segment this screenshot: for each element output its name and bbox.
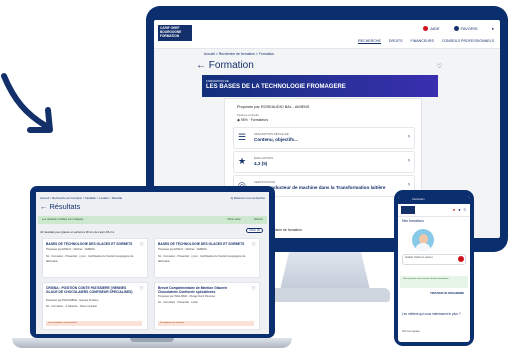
site-logo[interactable]: CARIF OREF BOURGOGNE FORMATION <box>158 25 192 41</box>
phone-sub-link[interactable]: Voir mon espace <box>402 330 420 333</box>
monitor-stand <box>280 252 370 290</box>
chevron-right-icon: › <box>408 134 410 140</box>
chevron-right-icon: › <box>408 182 410 188</box>
select-button[interactable] <box>458 256 464 262</box>
main-nav: RECHERCHE DROITS FINANCEURS CONSEILS PRO… <box>358 39 494 44</box>
phone-question: Les métiers qui vous intéressent le plus… <box>402 312 461 316</box>
phone-header: ● ● ≡ <box>398 204 470 217</box>
list-icon: ☰ <box>238 132 247 142</box>
favorites-icon <box>453 26 459 32</box>
nav-droits[interactable]: DROITS <box>389 39 403 44</box>
laptop-breadcrumb[interactable]: Accueil > Recherche de formation > Modal… <box>40 196 122 200</box>
chevron-right-icon: › <box>408 158 410 164</box>
relaunch-search-link[interactable]: Q Relancer ma recherche <box>231 196 265 200</box>
results-title: ← Résultats <box>40 202 81 211</box>
monitor-stand-base <box>262 288 390 302</box>
filter-button[interactable]: Filtrer (4) <box>246 228 263 233</box>
menu-icon[interactable]: ≡ <box>464 207 466 212</box>
results-alert: Les résultats modifiés sont indiqués Fil… <box>38 216 267 224</box>
registration-warning: Les inscriptions sont ouvertes <box>46 321 142 326</box>
options-value: ◉ 95% · Formateurs <box>237 118 269 122</box>
site-header: CARIF OREF BOURGOGNE FORMATION AIDE FAVO… <box>154 20 500 49</box>
laptop-screen: Accueil > Recherche de formation > Modal… <box>36 192 269 334</box>
site-logo[interactable] <box>401 206 415 214</box>
user-icon[interactable]: ● <box>492 26 494 31</box>
heart-icon[interactable]: ♡ <box>252 286 256 292</box>
favorites-link[interactable]: FAVORIS <box>453 26 478 32</box>
alert-close-link[interactable]: Clôturer <box>254 218 263 221</box>
proposed-by: Proposée par ROSEAUDIO BAL - AMIENS <box>237 105 310 109</box>
star-icon: ★ <box>238 156 247 166</box>
registration-warning: Inscriptions non ouvertes <box>158 321 254 326</box>
phone-screen: Connexion ● ● ≡ Mes formations Veuillez … <box>398 196 470 342</box>
page-title: ← Formation <box>196 60 254 71</box>
help-link[interactable]: AIDE <box>423 26 440 32</box>
options-label: Options et droits <box>237 113 259 117</box>
results-count: 44 résultats pour glaces et sorbets à 30… <box>40 230 115 234</box>
banner-title: LES BASES DE LA TECHNOLOGIE FROMAGERE <box>206 84 346 90</box>
alert-filter-link[interactable]: Filtrer selon <box>227 218 241 221</box>
heart-icon[interactable]: ♡ <box>437 63 442 70</box>
result-card[interactable]: Brevet Complémentaire de Mention Glaceri… <box>154 282 260 330</box>
avatar <box>412 229 434 251</box>
laptop-notch <box>130 338 174 342</box>
phone-status-bar: Connexion <box>398 196 470 204</box>
training-banner: FORMATION DE LES BASES DE LA TECHNOLOGIE… <box>202 75 438 97</box>
description-row[interactable]: ☰ DESCRIPTION DÉTAILLÉE Contenu, objecti… <box>233 127 415 149</box>
banner-label: FORMATION DE <box>206 79 229 83</box>
heart-icon[interactable]: ♡ <box>140 286 144 292</box>
phone-header-icons: ● ● ≡ <box>453 207 466 212</box>
favorites-icon[interactable]: ● <box>458 207 460 212</box>
help-icon <box>423 26 429 32</box>
people-icon: ◉ <box>237 118 240 122</box>
heart-icon[interactable]: ♡ <box>252 242 256 248</box>
find-organisme-link[interactable]: TROUVER UN ORGANISME <box>430 292 464 295</box>
top-links: AIDE FAVORIS ● <box>423 26 494 32</box>
nav-conseils[interactable]: CONSEILS PROFESSIONNELS <box>442 39 494 44</box>
arrow-graphic <box>1 73 53 133</box>
back-arrow-icon[interactable]: ← <box>40 202 47 211</box>
breadcrumb[interactable]: Accueil > Recherche de formation > Forma… <box>204 52 274 56</box>
phone-title: Mes formations <box>402 219 424 223</box>
sector-select[interactable]: Veuillez choisir un secteur <box>402 254 466 265</box>
heart-icon[interactable]: ♡ <box>140 242 144 248</box>
nav-financeurs[interactable]: FINANCEURS <box>411 39 434 44</box>
phone-info-box: Vous pourriez aussi trouver d'autres for… <box>400 276 468 288</box>
result-card[interactable]: BASES DE TECHNOLOGIE DES GLACES ET SORBE… <box>42 238 148 278</box>
nav-recherche[interactable]: RECHERCHE <box>358 39 381 44</box>
help-icon[interactable]: ● <box>453 207 455 212</box>
evaluations-row[interactable]: ★ ÉVALUATIONS 4,3 (5) › <box>233 151 415 173</box>
back-arrow-icon[interactable]: ← <box>196 60 206 71</box>
result-card[interactable]: BASES DE TECHNOLOGIE DES GLACES ET SORBE… <box>154 238 260 278</box>
result-card[interactable]: CRISNA : POSITION CONTE PATISSIERE (VIEN… <box>42 282 148 330</box>
